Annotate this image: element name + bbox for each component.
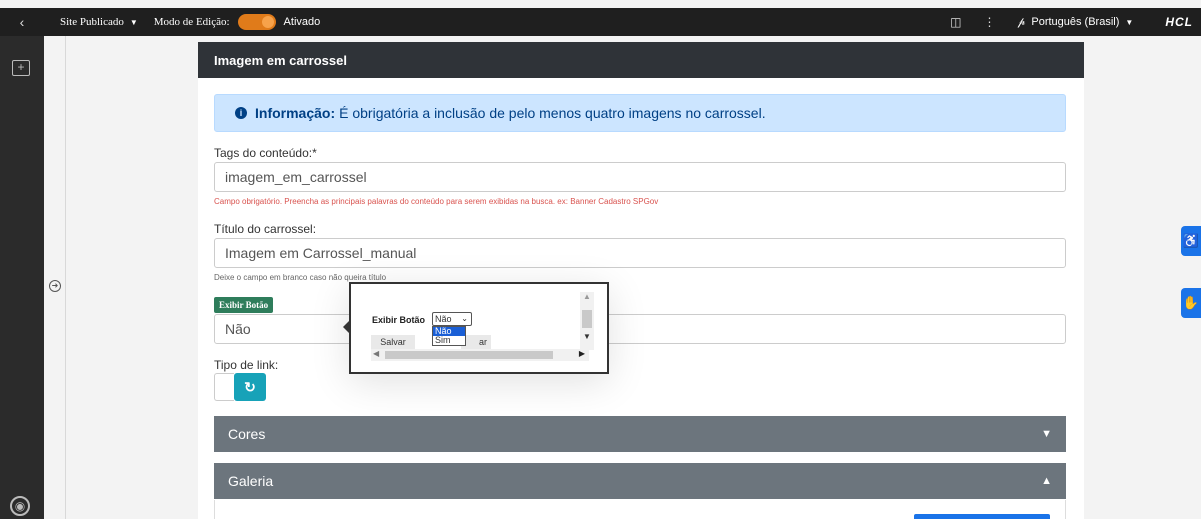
more-vertical-icon[interactable]: ⋮	[984, 15, 996, 29]
caret-down-icon: ▼	[129, 17, 138, 27]
top-bar: ‹ Site Publicado ▼ Modo de Edição: Ativa…	[0, 8, 1201, 36]
scroll-up-icon[interactable]: ▲	[583, 292, 591, 301]
add-content-icon[interactable]: +	[12, 60, 30, 76]
popup-select-value: Não	[435, 314, 452, 324]
edit-mode-status: Ativado	[283, 16, 321, 28]
language-dropdown[interactable]: 𝓅 Português (Brasil) ▼	[1018, 16, 1134, 29]
language-label: Português (Brasil)	[1031, 16, 1120, 28]
carousel-panel: Imagem em carrossel i Informação: É obri…	[198, 42, 1084, 519]
help-icon[interactable]: ◉	[10, 496, 30, 516]
popup-label: Exibir Botão	[372, 315, 426, 325]
info-text: É obrigatória a inclusão de pelo menos q…	[339, 105, 766, 121]
accordion-gallery-label: Galeria	[228, 473, 274, 489]
edit-mode-toggle[interactable]	[237, 14, 276, 30]
tags-label: Tags do conteúdo:*	[214, 146, 317, 160]
vertical-scrollbar[interactable]: ▲ ▼	[580, 292, 594, 350]
sign-language-icon[interactable]: ✋	[1181, 288, 1201, 318]
tags-value: imagem_em_carrossel	[225, 169, 367, 185]
horizontal-scroll-thumb[interactable]	[385, 351, 553, 359]
back-chevron-icon[interactable]: ‹	[0, 8, 44, 36]
edit-mode: Modo de Edição: Ativado	[154, 14, 320, 30]
popup-options-list: Não Sim	[432, 326, 466, 346]
info-bold: Informação:	[255, 105, 336, 121]
panel-icon[interactable]: ◫	[950, 15, 961, 29]
title-label: Título do carrossel:	[214, 222, 317, 236]
accessibility-icon[interactable]: ♿	[1181, 226, 1201, 256]
site-published-label: Site Publicado	[60, 16, 124, 28]
hcl-logo: HCL	[1165, 15, 1193, 29]
refresh-icon[interactable]: ↻	[234, 373, 266, 401]
accordion-gallery[interactable]: Galeria ▲	[214, 463, 1066, 499]
link-type-left[interactable]	[214, 373, 234, 401]
show-button-value: Não	[225, 321, 251, 337]
scroll-right-icon[interactable]: ▶	[579, 349, 585, 358]
chevron-down-icon: ▼	[1041, 428, 1052, 440]
accordion-colors[interactable]: Cores ▼	[214, 416, 1066, 452]
left-sidebar: + ◉	[0, 36, 44, 519]
save-button[interactable]: Salvar	[371, 335, 415, 349]
scroll-left-icon[interactable]: ◀	[373, 349, 379, 358]
title-value: Imagem em Carrossel_manual	[225, 245, 417, 261]
scroll-down-icon[interactable]: ▼	[583, 332, 591, 341]
side-rail: ➜	[44, 36, 66, 519]
chevron-up-icon: ▲	[1041, 475, 1052, 487]
panel-header: Imagem em carrossel	[198, 42, 1084, 78]
link-type-group: ↻	[214, 373, 266, 401]
tags-input[interactable]: imagem_em_carrossel	[214, 162, 1066, 192]
info-alert: i Informação: É obrigatória a inclusão d…	[214, 94, 1066, 132]
show-button-tag[interactable]: Exibir Botão	[214, 297, 274, 313]
caret-down-icon: ▼	[1125, 17, 1134, 27]
title-input[interactable]: Imagem em Carrossel_manual	[214, 238, 1066, 268]
popup-content: Exibir Botão Não ⌄ Salvar ar Não Sim ◀ ▶	[357, 290, 589, 362]
popup-select[interactable]: Não ⌄	[432, 312, 472, 326]
vertical-scroll-thumb[interactable]	[582, 310, 592, 328]
edit-mode-label: Modo de Edição:	[153, 16, 230, 28]
info-icon: i	[235, 107, 247, 119]
gallery-action-button[interactable]	[914, 514, 1050, 519]
translate-icon: 𝓅	[1017, 15, 1026, 28]
chevron-down-icon: ⌄	[461, 314, 468, 323]
title-hint: Deixe o campo em branco caso não queira …	[214, 273, 387, 282]
accordion-colors-label: Cores	[228, 426, 266, 442]
show-button-field[interactable]: Não	[214, 314, 1066, 344]
show-button-popup: Exibir Botão Não ⌄ Salvar ar Não Sim ◀ ▶…	[343, 282, 609, 374]
tags-hint: Campo obrigatório. Preencha as principai…	[214, 197, 659, 206]
horizontal-scrollbar[interactable]: ◀ ▶	[371, 349, 589, 361]
link-type-label: Tipo de link:	[214, 358, 279, 372]
option-sim[interactable]: Sim	[433, 336, 465, 345]
expand-arrow-icon[interactable]: ➜	[49, 280, 61, 292]
site-published-dropdown[interactable]: Site Publicado ▼	[60, 16, 138, 28]
panel-title: Imagem em carrossel	[214, 52, 347, 68]
